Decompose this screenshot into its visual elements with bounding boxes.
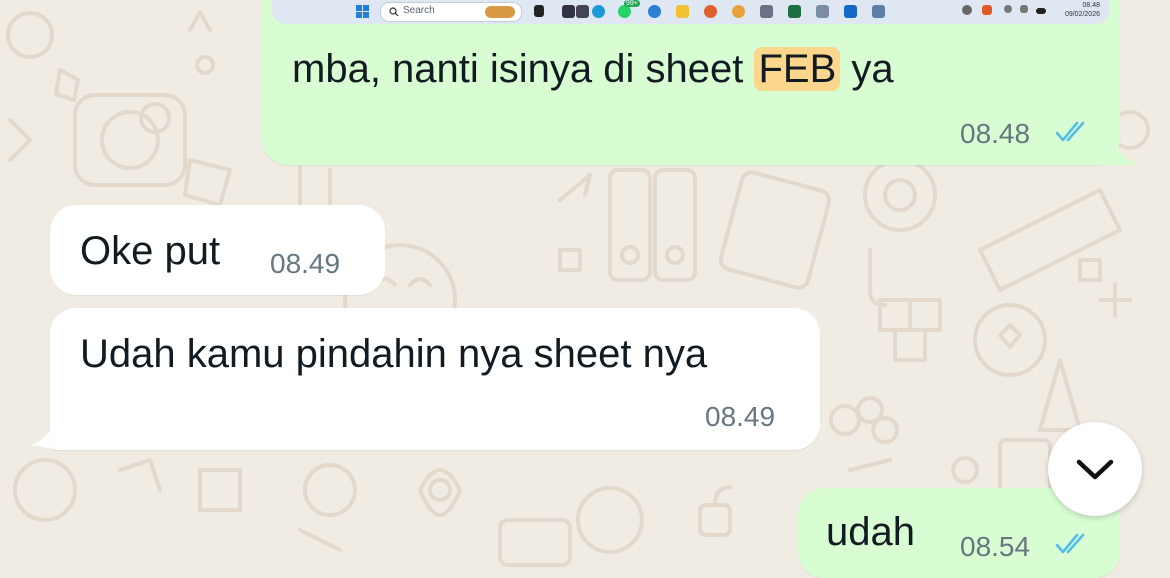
taskbar-clock: 08.48 09/02/2026 <box>1065 1 1100 19</box>
message-4-time: 08.54 <box>960 531 1031 562</box>
search-highlight-icon <box>485 6 515 18</box>
windows-start-icon <box>356 5 369 18</box>
snipping-tool-icon <box>816 5 829 18</box>
taskbar-clock-date: 09/02/2026 <box>1064 11 1100 18</box>
message-3-text: Udah kamu pindahin nya sheet nya <box>80 332 708 376</box>
edge-icon <box>592 5 605 18</box>
outlook-icon <box>844 5 857 18</box>
taskbar-search-placeholder: Search <box>403 5 435 16</box>
message-2-text: Oke put <box>80 229 221 273</box>
settings-icon <box>872 5 885 18</box>
chrome-icon <box>732 5 745 18</box>
read-ticks-icon <box>1055 533 1085 554</box>
message-3-time: 08.49 <box>705 401 776 432</box>
search-icon <box>389 7 399 17</box>
chevron-down-icon <box>1076 459 1114 480</box>
notification-badge: 99+ <box>624 0 640 7</box>
system-tray-icon <box>962 5 972 15</box>
message-1-text-after: ya <box>840 47 894 91</box>
message-1-time: 08.48 <box>960 118 1031 149</box>
tray-app-icon <box>982 5 992 15</box>
message-1-highlight: FEB <box>754 47 841 91</box>
taskview-icon <box>534 5 544 17</box>
excel-icon <box>788 5 801 18</box>
store-icon <box>576 5 589 18</box>
shared-screenshot-taskbar: Search 99+ 08.48 09/02/2026 <box>272 0 1110 24</box>
chrome-dev-icon <box>648 5 661 18</box>
taskbar-search-box: Search <box>380 2 522 22</box>
message-1-text: mba, nanti isinya di sheet FEB ya <box>292 46 894 92</box>
volume-icon <box>1020 5 1028 13</box>
message-4-text: udah <box>826 510 915 554</box>
message-1-text-before: mba, nanti isinya di sheet <box>292 47 755 91</box>
folder-icon <box>676 5 689 18</box>
wifi-icon <box>1004 5 1012 13</box>
taskbar-clock-time: 08.48 <box>1082 2 1100 9</box>
battery-icon <box>1036 8 1046 14</box>
message-2-time: 08.49 <box>270 248 341 279</box>
scroll-to-bottom-button[interactable] <box>1048 422 1142 516</box>
firefox-icon <box>704 5 717 18</box>
read-ticks-icon <box>1055 121 1085 142</box>
calculator-icon <box>760 5 773 18</box>
file-explorer-icon <box>562 5 575 18</box>
